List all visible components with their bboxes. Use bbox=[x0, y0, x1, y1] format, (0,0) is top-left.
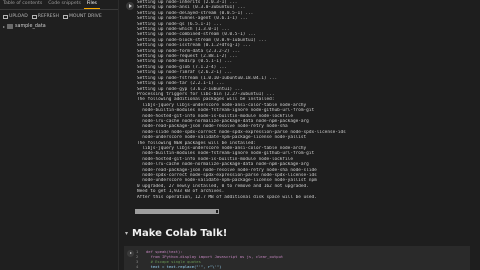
output-line: After this operation, 12.7 MB of additio… bbox=[137, 194, 317, 200]
tab-table-of-contents[interactable]: Table of contents bbox=[0, 0, 45, 9]
chevron-right-icon[interactable]: ▸ bbox=[3, 24, 5, 29]
collapse-caret-icon[interactable]: ▾ bbox=[125, 230, 128, 237]
line-number: 4 bbox=[136, 264, 139, 269]
code-cell[interactable]: 1234 def speak(text): from IPython.displ… bbox=[124, 246, 470, 270]
progress-fill bbox=[136, 210, 217, 213]
run-cell-icon[interactable] bbox=[127, 250, 134, 257]
progress-bar bbox=[135, 209, 219, 214]
tab-files[interactable]: Files bbox=[83, 0, 100, 9]
mount-drive-label: MOUNT DRIVE bbox=[68, 14, 102, 19]
drive-icon bbox=[62, 14, 68, 19]
sidebar-tabs: Table of contents Code snippets Files bbox=[0, 0, 118, 10]
run-cell-icon[interactable] bbox=[126, 2, 134, 10]
code-editor[interactable]: def speak(text): from IPython.display im… bbox=[146, 249, 283, 269]
files-toolbar: UPLOAD REFRESH MOUNT DRIVE bbox=[0, 10, 118, 22]
notebook-area: Setting up node-inherits (2.0.3-1) ... Se… bbox=[118, 0, 480, 270]
tree-item-label: sample_data bbox=[15, 24, 46, 29]
tab-code-snippets[interactable]: Code snippets bbox=[45, 0, 84, 9]
refresh-label: REFRESH bbox=[37, 14, 59, 19]
section-title: Make Colab Talk! bbox=[132, 228, 228, 239]
tree-item-sample-data[interactable]: ▸ sample_data bbox=[0, 22, 118, 31]
code-line: text = text.replace("'", r"\'") bbox=[146, 264, 222, 269]
section-heading: ▾ Make Colab Talk! bbox=[125, 228, 227, 239]
refresh-icon bbox=[31, 14, 37, 19]
upload-icon bbox=[3, 14, 8, 19]
cell-gutter bbox=[122, 0, 136, 225]
upload-button[interactable]: UPLOAD bbox=[3, 14, 28, 19]
mount-drive-button[interactable]: MOUNT DRIVE bbox=[62, 14, 102, 19]
upload-label: UPLOAD bbox=[9, 14, 28, 19]
refresh-button[interactable]: REFRESH bbox=[31, 14, 59, 19]
line-numbers: 1234 bbox=[136, 249, 138, 269]
cell-output: Setting up node-inherits (2.0.3-1) ... Se… bbox=[137, 0, 455, 210]
folder-icon bbox=[7, 24, 14, 29]
file-browser-sidebar: Table of contents Code snippets Files UP… bbox=[0, 0, 119, 270]
